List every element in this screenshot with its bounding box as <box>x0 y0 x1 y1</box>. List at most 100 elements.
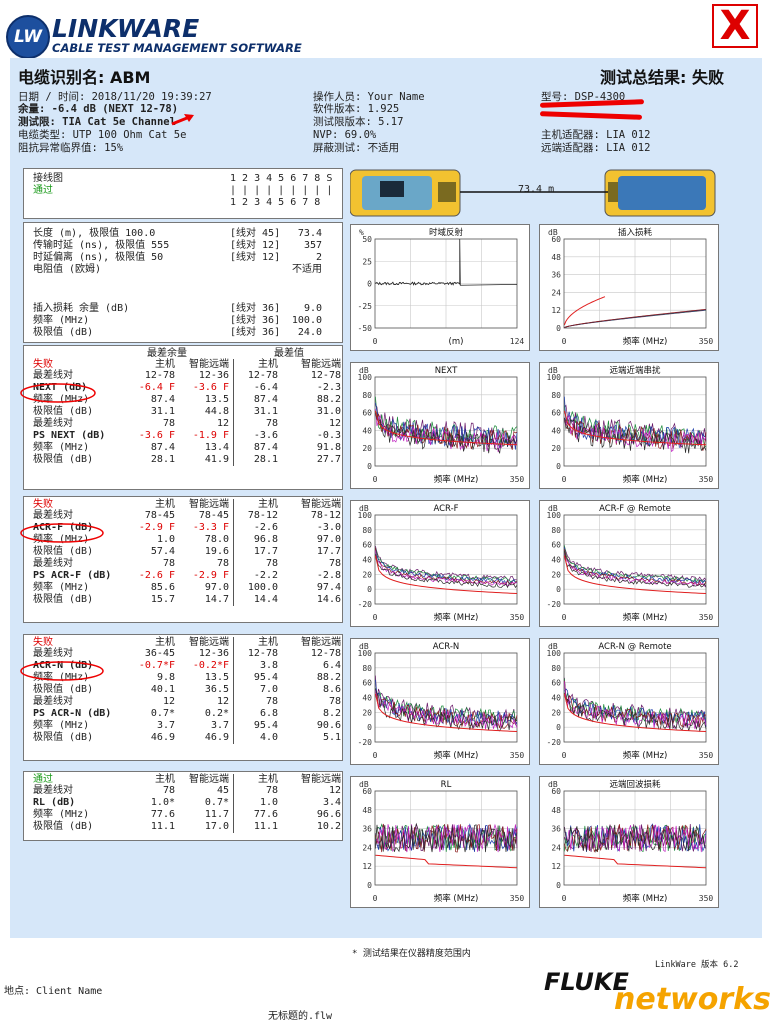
row-value: 96.8 <box>253 534 278 545</box>
y-tick-label: 0 <box>367 462 372 471</box>
row-value: 13.5 <box>204 672 229 683</box>
row-value: 0.2* <box>204 708 229 719</box>
y-tick-label: 25 <box>362 257 372 266</box>
row-value: 96.6 <box>316 809 341 820</box>
row-value: 78 <box>265 418 278 429</box>
chart-svg: 60483624120RLdB频率 (MHz)0 350 <box>359 780 524 904</box>
x-tick-label: 0 <box>562 894 567 903</box>
summary-value: 73.4 <box>297 228 322 239</box>
row-value: 31.0 <box>316 406 341 417</box>
summary-label: 频率 (MHz) <box>33 315 90 326</box>
row-value: 27.7 <box>316 454 341 465</box>
chart-title: ACR-N @ Remote <box>598 642 671 652</box>
row-value: -2.9 F <box>192 570 229 581</box>
row-value: -3.6 F <box>138 430 175 441</box>
column-header: 主机 <box>155 359 175 370</box>
row-value: 8.6 <box>322 684 341 695</box>
summary-label: 传输时延 (ns), 极限值 555 <box>33 240 170 251</box>
row-label: PS ACR-F (dB) <box>33 570 112 581</box>
x-tick-label: 350 <box>510 475 525 484</box>
summary-panel: 长度 (m), 极限值 100.0 [线对 45] 73.4 传输时延 (ns), 极… <box>23 222 343 343</box>
row-value: -1.9 F <box>192 430 229 441</box>
y-tick-label: -20 <box>547 600 562 609</box>
group-status: 失败 <box>33 499 53 510</box>
row-value: 14.7 <box>204 594 229 605</box>
row-value: 6.8 <box>259 708 278 719</box>
row-value: 12-78 <box>247 648 278 659</box>
x-axis-label: 频率 (MHz) <box>434 474 479 485</box>
row-value: 12-78 <box>247 370 278 381</box>
row-value: -2.8 <box>316 570 341 581</box>
row-value: -6.4 F <box>138 382 175 393</box>
wiremap-bottom-pins: 1 2 3 4 5 6 7 8 <box>230 197 321 208</box>
row-value: 31.1 <box>150 406 175 417</box>
row-value: 41.9 <box>204 454 229 465</box>
y-tick-label: -25 <box>358 302 373 311</box>
summary-label: 插入损耗 余量 (dB) <box>33 303 130 314</box>
y-tick-label: 80 <box>551 664 561 673</box>
y-tick-label: 48 <box>551 806 561 815</box>
summary-pair: [线对 36] <box>230 303 281 314</box>
row-value: 12 <box>216 696 229 707</box>
row-value: 78 <box>162 418 175 429</box>
row-value: 17.7 <box>316 546 341 557</box>
summary-label: 极限值 (dB) <box>33 327 94 338</box>
x-axis-label: 频率 (MHz) <box>434 750 479 761</box>
row-label: 最差线对 <box>33 370 73 381</box>
y-axis-label: dB <box>548 228 558 237</box>
y-tick-label: 12 <box>551 862 561 871</box>
y-tick-label: -50 <box>358 324 373 333</box>
headroom: 余量: -6.4 dB (NEXT 12-78) <box>18 103 179 115</box>
chart-acr-f: 100 80 60 40 20 0 -20 ACR-F dB 频率 (MHz) 0 350 <box>350 500 530 627</box>
row-value: 8.2 <box>322 708 341 719</box>
row-label: 最差线对 <box>33 418 73 429</box>
x-tick-label: 350 <box>699 894 714 903</box>
y-tick-label: -20 <box>358 738 373 747</box>
row-value: 6.4 <box>322 660 341 671</box>
chart-title: 远端回波损耗 <box>609 779 661 790</box>
row-value: 17.7 <box>253 546 278 557</box>
row-value: 10.2 <box>316 821 341 832</box>
y-tick-label: 0 <box>556 881 561 890</box>
chart-insertion-loss: 60 48 36 24 12 0 插入损耗 dB 频率 (MHz) 0 350 <box>539 224 719 351</box>
chart-svg: 50 25 0 -25 -50 时域反射% (m) 0 124 <box>358 227 525 347</box>
row-value: 12-78 <box>144 370 175 381</box>
y-tick-label: -20 <box>547 738 562 747</box>
row-value: 4.0 <box>259 732 278 743</box>
linkware-version: LinkWare 版本 6.2 <box>655 960 739 970</box>
row-value: 1.0 <box>156 534 175 545</box>
row-value: -6.4 <box>253 382 278 393</box>
column-header: 主机 <box>155 637 175 648</box>
row-value: 78-45 <box>144 510 175 521</box>
row-value: 36-45 <box>144 648 175 659</box>
row-value: 12-78 <box>310 370 341 381</box>
y-axis-label: dB <box>548 780 558 789</box>
summary-value: 2 <box>315 252 322 263</box>
wiremap-top-pins: 1 2 3 4 5 6 7 8 S <box>230 173 333 184</box>
y-tick-label: 20 <box>362 708 372 717</box>
row-label: 频率 (MHz) <box>33 809 90 820</box>
x-tick-label: 0 <box>373 337 378 346</box>
next-panel: 最差余量 最差值 失败 主机 智能远端 主机 智能远端 最差线对 12-78 12-36 12-78… <box>23 345 343 490</box>
chart-acr-f-remote: 100 80 60 40 20 0 -20 ACR-F @ Remote dB 频率 (MHz) 0… <box>539 500 719 627</box>
row-label: 频率 (MHz) <box>33 720 90 731</box>
chart-svg: 100806040200-20ACR-F @ RemotedB频率 (MHz)0… <box>547 504 714 623</box>
row-label: 极限值 (dB) <box>33 406 94 417</box>
row-value: 91.8 <box>316 442 341 453</box>
y-tick-label: 24 <box>551 288 561 297</box>
row-value: -2.6 F <box>138 570 175 581</box>
acr-f-panel: 失败 主机 智能远端 主机 智能远端 最差线对 78-45 78-45 78-12 78-12 AC… <box>23 496 343 623</box>
y-tick-label: 0 <box>556 324 561 333</box>
y-tick-label: 36 <box>362 825 372 834</box>
row-value: 12 <box>328 418 341 429</box>
column-header: 智能远端 <box>301 774 341 785</box>
y-tick-label: -20 <box>358 600 373 609</box>
y-tick-label: 0 <box>367 585 372 594</box>
row-value: 7.0 <box>259 684 278 695</box>
row-value: 13.5 <box>204 394 229 405</box>
row-value: 1.0* <box>150 797 175 808</box>
y-tick-label: 20 <box>551 708 561 717</box>
row-label: RL (dB) <box>33 797 76 808</box>
highlight-circle-icon <box>20 383 96 403</box>
row-value: 11.1 <box>253 821 278 832</box>
